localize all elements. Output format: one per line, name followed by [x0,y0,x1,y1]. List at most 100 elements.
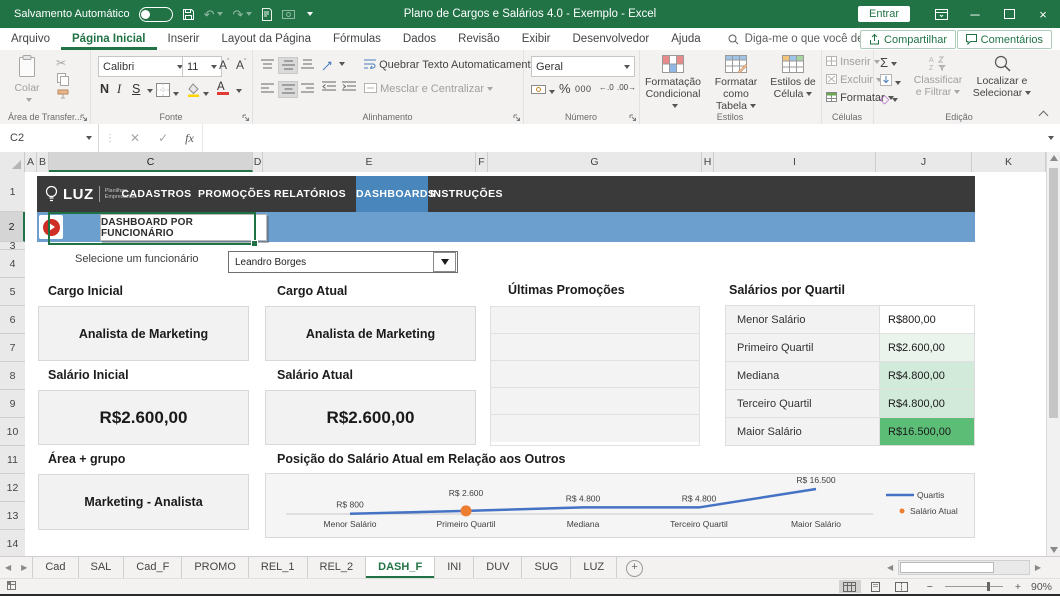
zoom-slider-thumb[interactable] [987,582,990,591]
row-header-7[interactable]: 7 [0,334,25,362]
insert-cells-button[interactable]: Inserir [826,56,880,68]
vertical-scrollbar[interactable] [1046,152,1060,556]
horizontal-scrollbar[interactable]: ◀ ▶ [882,556,1046,578]
column-header-b[interactable]: B [37,152,49,172]
select-all-corner[interactable] [0,152,25,172]
font-size-select[interactable]: 11 [182,56,222,77]
align-center-icon[interactable] [278,81,298,98]
nav-tab-instrucoes[interactable]: INSTRUÇÕES [422,176,512,212]
sheet-tab-next-icon[interactable]: ▶ [16,557,32,578]
row-header-9[interactable]: 9 [0,390,25,418]
format-as-table-button[interactable]: Formatar comoTabela [705,55,767,112]
column-header-k[interactable]: K [972,152,1046,172]
zoom-level[interactable]: 90% [1031,581,1052,593]
font-color-chevron-icon[interactable] [236,89,242,93]
toolbar-options-icon[interactable] [304,12,313,16]
row-header-2[interactable]: 2 [0,212,25,242]
column-header-d[interactable]: D [253,152,263,172]
name-box[interactable]: C2 [0,124,99,152]
merge-center-button[interactable]: Mesclar e Centralizar [364,83,493,95]
row-header-11[interactable]: 11 [0,446,25,474]
scroll-down-icon[interactable] [1050,547,1058,553]
sheet-tab-rel-2[interactable]: REL_2 [308,557,367,578]
decrease-indent-icon[interactable] [322,81,336,92]
bold-icon[interactable]: N [100,82,109,96]
underline-chevron-icon[interactable] [147,89,153,93]
sheet-tab-ini[interactable]: INI [435,557,474,578]
share-button[interactable]: Compartilhar [860,30,956,49]
maximize-button[interactable] [992,0,1026,28]
column-header-c[interactable]: C [49,152,253,172]
decrease-decimal-icon[interactable]: .00→ [617,83,636,92]
vertical-scroll-thumb[interactable] [1049,168,1058,418]
insert-function-icon[interactable]: fx [177,131,202,146]
copy-icon[interactable] [57,73,69,89]
minimize-button[interactable]: ─ [958,0,992,28]
align-right-icon[interactable] [298,81,316,96]
accounting-format-icon[interactable] [531,83,555,98]
sheet-tab-rel-1[interactable]: REL_1 [249,557,308,578]
save-icon[interactable] [182,8,195,21]
column-header-a[interactable]: A [25,152,37,172]
align-middle-icon[interactable] [278,57,298,74]
row-header-12[interactable]: 12 [0,474,25,502]
grow-font-icon[interactable]: Aˆ [219,58,229,72]
zoom-out-icon[interactable]: − [927,581,933,593]
paste-button[interactable]: Colar [6,55,48,106]
sheet-tab-promo[interactable]: PROMO [182,557,249,578]
font-name-select[interactable]: Calibri [98,56,188,77]
align-left-icon[interactable] [258,81,276,96]
menu-tab-revisao[interactable]: Revisão [447,28,511,50]
align-bottom-icon[interactable] [298,57,316,72]
formula-bar-handle[interactable]: ⋮ [99,133,121,144]
sheet-tab-luz[interactable]: LUZ [571,557,617,578]
comma-style-icon[interactable]: 000 [575,84,592,94]
hscroll-right-icon[interactable]: ▶ [1030,563,1046,572]
sheet-tab-prev-icon[interactable]: ◀ [0,557,16,578]
fill-color-icon[interactable] [187,83,209,100]
formula-input[interactable] [202,124,1045,152]
font-dialog-launcher[interactable] [242,113,250,121]
row-header-4[interactable]: 4 [0,250,25,278]
macro-record-icon[interactable] [6,580,17,594]
menu-tab-desenvolvedor[interactable]: Desenvolvedor [562,28,661,50]
menu-tab-pagina-inicial[interactable]: Página Inicial [61,28,157,50]
cell-styles-button[interactable]: Estilos deCélula [769,55,817,100]
employee-dropdown[interactable]: Leandro Borges [228,251,458,273]
sort-filter-button[interactable]: AZ Classificare Filtrar [909,55,967,98]
increase-indent-icon[interactable] [342,81,356,92]
sheet-tab-sug[interactable]: SUG [522,557,571,578]
font-color-icon[interactable]: A [217,81,229,95]
autosave-toggle[interactable] [139,7,173,22]
row-header-13[interactable]: 13 [0,502,25,530]
row-header-8[interactable]: 8 [0,362,25,390]
sheet-tab-cad-f[interactable]: Cad_F [124,557,182,578]
column-header-g[interactable]: G [488,152,702,172]
column-header-i[interactable]: I [714,152,876,172]
sheet-tab-cad[interactable]: Cad [32,557,78,578]
ribbon-display-options-icon[interactable] [924,0,958,28]
row-header-3[interactable]: 3 [0,242,25,250]
cancel-icon[interactable]: ✕ [121,131,149,145]
column-header-e[interactable]: E [263,152,476,172]
clear-icon[interactable]: ◇ [880,92,898,106]
column-header-j[interactable]: J [876,152,972,172]
nav-tab-cadastros[interactable]: CADASTROS [112,176,202,212]
column-header-f[interactable]: F [476,152,488,172]
row-header-1[interactable]: 1 [0,172,25,212]
borders-icon[interactable] [156,83,179,100]
print-preview-icon[interactable] [261,8,273,21]
row-header-10[interactable]: 10 [0,418,25,446]
close-button[interactable]: × [1026,0,1060,28]
menu-tab-dados[interactable]: Dados [392,28,447,50]
sheet-tab-dash-f[interactable]: DASH_F [366,557,435,578]
comments-button[interactable]: Comentários [957,30,1052,49]
autosum-icon[interactable]: Σ [880,55,897,70]
orientation-icon[interactable] [322,57,345,71]
fill-icon[interactable] [880,74,901,89]
number-dialog-launcher[interactable] [629,113,637,121]
sheet-tab-sal[interactable]: SAL [79,557,125,578]
column-header-h[interactable]: H [702,152,714,172]
horizontal-scroll-thumb[interactable] [900,562,994,573]
row-header-5[interactable]: 5 [0,278,25,306]
